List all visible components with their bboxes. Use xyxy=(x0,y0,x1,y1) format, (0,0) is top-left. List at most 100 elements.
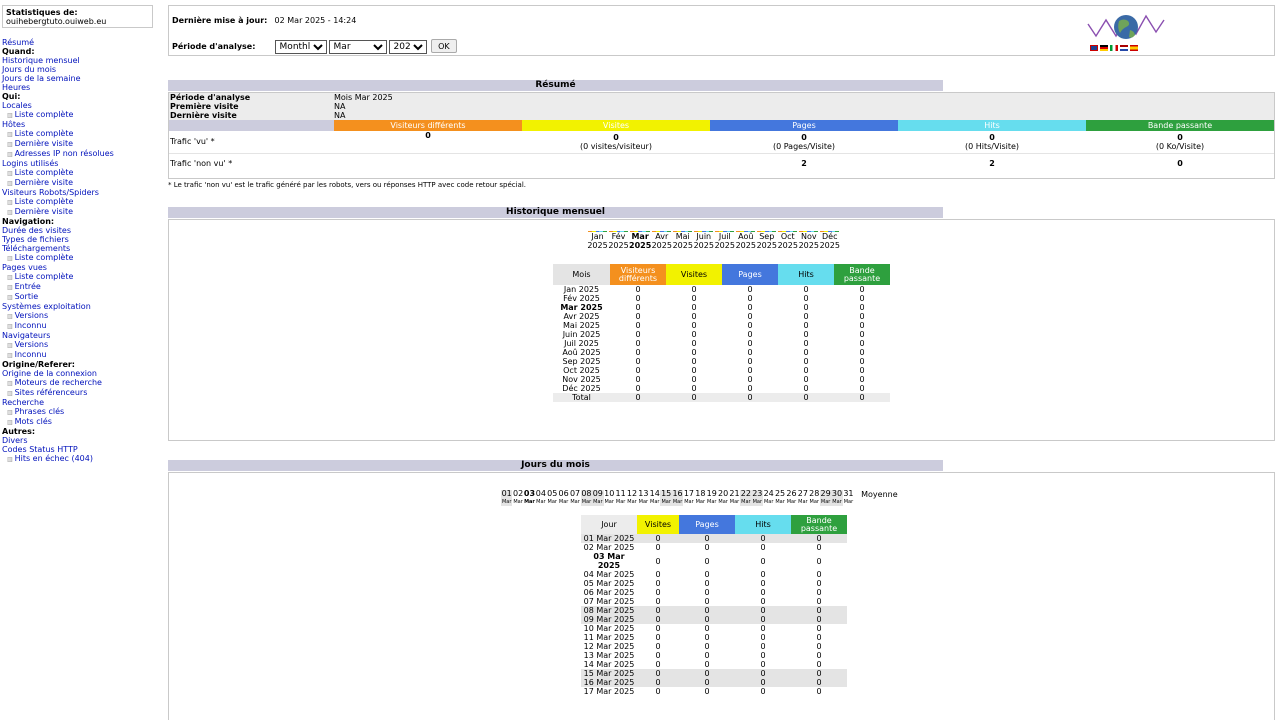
days-cell: 0 xyxy=(655,597,661,606)
month-select[interactable]: Mar xyxy=(328,39,387,54)
days-cell: 0 xyxy=(816,534,822,543)
days-cell: 0 xyxy=(760,534,766,543)
nav-link-duree-des-visites[interactable]: Durée des visites xyxy=(2,226,114,235)
days-cell: 0 xyxy=(816,624,822,633)
nav-link-derniere-visite[interactable]: Dernière visite xyxy=(2,139,114,149)
nav-link-phrases-cles[interactable]: Phrases clés xyxy=(2,407,114,417)
days-cell: 0 xyxy=(655,543,661,552)
nav-link-resume[interactable]: Résumé xyxy=(2,38,114,47)
unseen-visits xyxy=(522,153,710,173)
nav-category-autres: Autres: xyxy=(2,427,36,436)
chart-month-label: Juin 2025 xyxy=(693,232,714,250)
nav-link-liste-complete[interactable]: Liste complète xyxy=(2,272,114,282)
days-cell: 0 xyxy=(760,543,766,552)
flag-es-icon[interactable] xyxy=(1130,45,1138,51)
nav-link-locales[interactable]: Locales xyxy=(2,101,114,110)
chart-month-name: Avr xyxy=(655,232,669,241)
nav-link-jours-du-mois[interactable]: Jours du mois xyxy=(2,65,114,74)
days-cell: 0 xyxy=(704,556,710,566)
nav-link-codes-status-http[interactable]: Codes Status HTTP xyxy=(2,445,114,454)
monthly-cell: 0 xyxy=(747,366,753,375)
nav-link-divers[interactable]: Divers xyxy=(2,436,114,445)
nav-link-liste-complete[interactable]: Liste complète xyxy=(2,110,114,120)
chart-day-month: Mar xyxy=(627,499,637,505)
days-cell: 0 xyxy=(704,606,710,615)
days-cell: 09 Mar 2025 xyxy=(583,615,635,624)
nav-link-historique-mensuel[interactable]: Historique mensuel xyxy=(2,56,114,65)
nav-link-inconnu[interactable]: Inconnu xyxy=(2,321,114,331)
chart-day-number: 08 xyxy=(581,489,592,498)
monthly-cell: 0 xyxy=(859,357,865,366)
table-row: 13 Mar 2025 0 0 0 0 xyxy=(581,651,847,660)
seen-pages-sub: (0 Pages/Visite) xyxy=(772,141,836,151)
nav-link-moteurs-de-recherche[interactable]: Moteurs de recherche xyxy=(2,378,114,388)
nav-link-hits-en-echec-404[interactable]: Hits en échec (404) xyxy=(2,454,114,464)
nav-link-types-de-fichiers[interactable]: Types de fichiers xyxy=(2,235,114,244)
nav-link-mots-cles[interactable]: Mots clés xyxy=(2,417,114,427)
nav-link-versions[interactable]: Versions xyxy=(2,340,114,350)
nav-link-heures[interactable]: Heures xyxy=(2,83,114,92)
chart-month-year: 2025 xyxy=(735,241,756,250)
nav-link-sites-referenceurs[interactable]: Sites référenceurs xyxy=(2,388,114,398)
flag-nl-icon[interactable] xyxy=(1120,45,1128,51)
ok-button[interactable]: OK xyxy=(431,39,457,53)
nav-link-liste-complete[interactable]: Liste complète xyxy=(2,197,114,207)
nav-link-liste-complete[interactable]: Liste complète xyxy=(2,129,114,139)
chart-month-name: Oct xyxy=(780,232,795,241)
days-cell: 0 xyxy=(655,624,661,633)
nav-link-sortie[interactable]: Sortie xyxy=(2,292,114,302)
chart-month-name: Nov xyxy=(800,232,817,241)
chart-month-label: Aoû 2025 xyxy=(735,232,756,250)
chart-day-number: 27 xyxy=(797,489,808,498)
site-label: Statistiques de: xyxy=(6,8,78,17)
seen-pages: 0 (0 Pages/Visite) xyxy=(710,131,898,153)
table-row: Juil 2025 0 0 0 0 0 xyxy=(553,339,890,348)
nav-link-liste-complete[interactable]: Liste complète xyxy=(2,168,114,178)
nav-link-navigateurs[interactable]: Navigateurs xyxy=(2,331,114,340)
days-cell: 0 xyxy=(760,556,766,566)
monthly-cell: 0 xyxy=(747,303,753,312)
chart-day-number: 23 xyxy=(752,489,763,498)
days-header-row: Jour Visites Pages Hits Bande passante xyxy=(581,515,847,534)
nav-link-jours-de-la-semaine[interactable]: Jours de la semaine xyxy=(2,74,114,83)
nav-link-logins-utilises[interactable]: Logins utilisés xyxy=(2,159,114,168)
nav-link-derniere-visite[interactable]: Dernière visite xyxy=(2,178,114,188)
chart-month-label: Sep 2025 xyxy=(756,232,777,250)
nav-link-hotes[interactable]: Hôtes xyxy=(2,120,114,129)
nav-link-derniere-visite[interactable]: Dernière visite xyxy=(2,207,114,217)
nav-link-liste-complete[interactable]: Liste complète xyxy=(2,253,114,263)
nav-category-qui: Qui: xyxy=(2,92,21,101)
nav-link-adresses-ip-non-resolues[interactable]: Adresses IP non résolues xyxy=(2,149,114,159)
nav-link-pages-vues[interactable]: Pages vues xyxy=(2,263,114,272)
flag-uk-icon[interactable] xyxy=(1090,45,1098,51)
nav-link-versions[interactable]: Versions xyxy=(2,311,114,321)
nav-link-inconnu[interactable]: Inconnu xyxy=(2,350,114,360)
days-cell: 0 xyxy=(655,651,661,660)
days-cell: 0 xyxy=(704,570,710,579)
monthly-cell: 0 xyxy=(747,339,753,348)
year-select[interactable]: 2025 xyxy=(388,39,427,54)
chart-day-month: Mar xyxy=(832,499,842,505)
resume-box: Période d'analyse Mois Mar 2025 Première … xyxy=(168,92,1275,179)
chart-day-month: Mar xyxy=(558,499,569,505)
nav-link-entree[interactable]: Entrée xyxy=(2,282,114,292)
days-cell: 0 xyxy=(816,579,822,588)
monthly-cell: Oct 2025 xyxy=(563,366,600,375)
period-type-select[interactable]: Monthly xyxy=(274,39,327,54)
chart-day-month: Mar xyxy=(741,499,751,505)
monthly-cell: 0 xyxy=(635,285,641,294)
nav-link-telechargements[interactable]: Téléchargements xyxy=(2,244,114,253)
chart-bar xyxy=(730,231,735,232)
monthly-cell: 0 xyxy=(803,339,809,348)
monthly-header-cell: Mois xyxy=(553,264,610,285)
flag-it-icon[interactable] xyxy=(1110,45,1118,51)
chart-day-number: 25 xyxy=(774,489,786,498)
flag-de-icon[interactable] xyxy=(1100,45,1108,51)
nav-link-recherche[interactable]: Recherche xyxy=(2,398,114,407)
nav-link-visiteurs-robots-spiders[interactable]: Visiteurs Robots/Spiders xyxy=(2,188,114,197)
nav-link-origine-de-la-connexion[interactable]: Origine de la connexion xyxy=(2,369,114,378)
table-row: 10 Mar 2025 0 0 0 0 xyxy=(581,624,847,633)
chart-month-label: Oct 2025 xyxy=(777,232,798,250)
nav-link-systemes-exploitation[interactable]: Systèmes exploitation xyxy=(2,302,114,311)
monthly-header-row: Mois Visiteurs différents Visites Pages Hits… xyxy=(553,264,890,285)
